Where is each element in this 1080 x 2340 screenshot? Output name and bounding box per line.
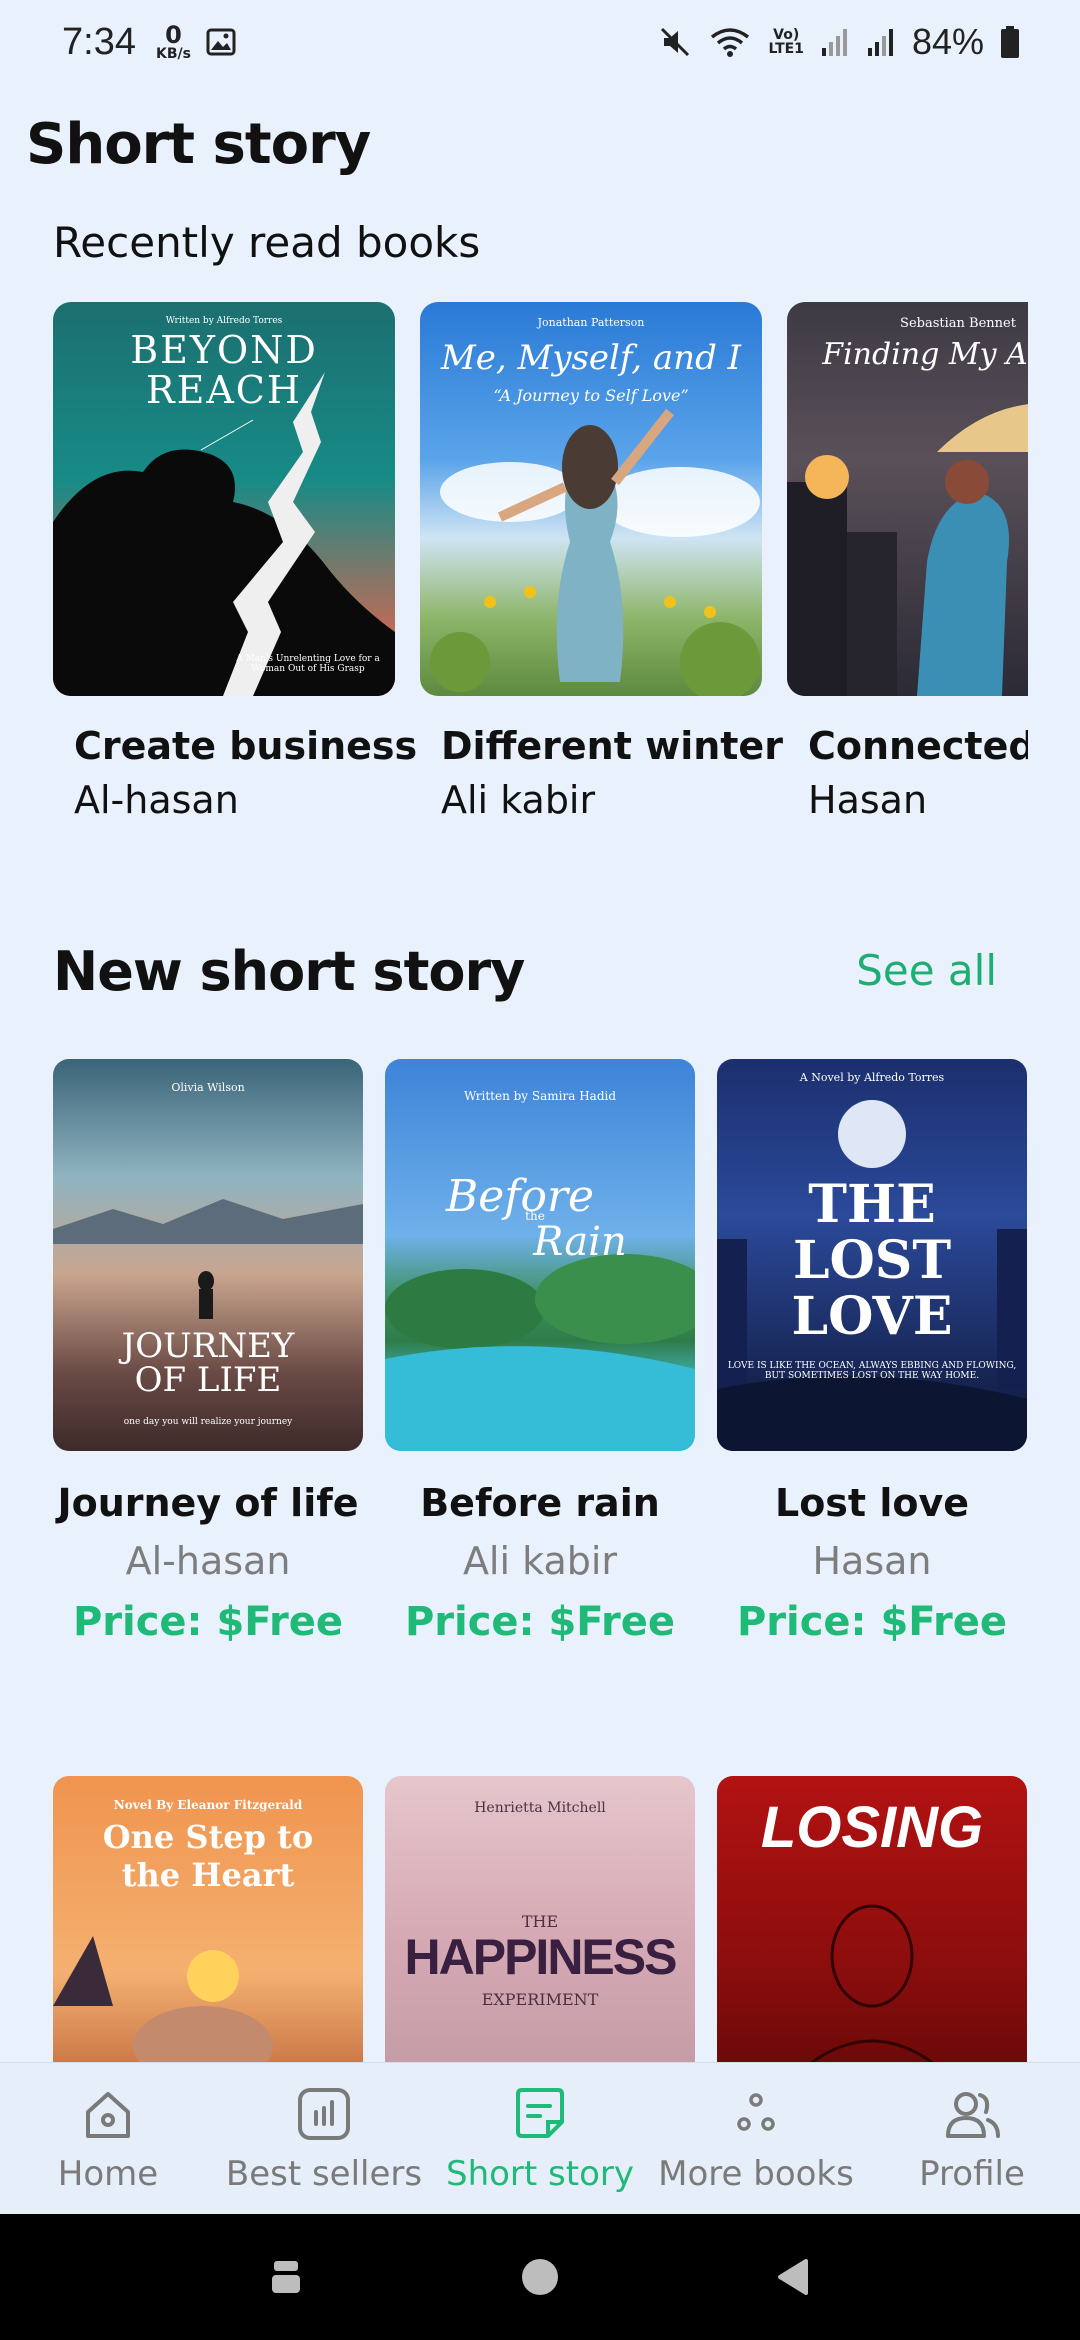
book-cover[interactable]: LOSING [717, 1776, 1027, 2062]
see-all-link[interactable]: See all [856, 946, 997, 995]
nav-best-sellers[interactable]: Best sellers [216, 2084, 432, 2194]
status-bar: 7:34 0 KB/s Vo) LTE1 84% [0, 0, 1080, 84]
book-title: Connected w [808, 724, 1028, 768]
book-title: Create business [74, 724, 418, 768]
gallery-notification-icon [206, 28, 236, 56]
wifi-icon [711, 28, 750, 57]
book-title: Lost love [774, 1481, 969, 1525]
nav-profile[interactable]: Profile [864, 2084, 1080, 2194]
recent-book-card[interactable]: Sebastian Bennet Finding My Again Connec… [787, 302, 1028, 822]
book-cover[interactable]: A Novel by Alfredo Torres THE LOST LOVE … [717, 1059, 1027, 1451]
recent-book-card[interactable]: Written by Alfredo Torres BEYOND REACH A… [53, 302, 418, 822]
book-cover[interactable]: Jonathan Patterson Me, Myself, and I “A … [420, 302, 762, 696]
new-short-story-heading: New short story [53, 940, 525, 1003]
users-icon [946, 2091, 1000, 2138]
status-time: 7:34 [62, 20, 136, 63]
bar-chart-icon [298, 2087, 350, 2140]
mute-icon [661, 27, 690, 57]
home-icon [86, 2091, 130, 2138]
signal-icon-2 [867, 29, 893, 56]
book-title: Before rain [420, 1481, 660, 1525]
note-icon [516, 2087, 564, 2138]
book-cover[interactable]: Written by Samira Hadid Before the Rain [385, 1059, 695, 1451]
signal-icon-1 [821, 29, 847, 56]
book-price: Price: $Free [404, 1599, 676, 1645]
nav-short-story[interactable]: Short story [432, 2084, 648, 2194]
new-story-card[interactable]: Novel By Eleanor Fitzgerald One Step to … [53, 1776, 363, 2062]
volte-indicator: Vo) LTE1 [768, 27, 804, 57]
book-price: Price: $Free [72, 1599, 344, 1645]
book-title: Different winter [441, 724, 783, 768]
dots-icon [737, 2092, 775, 2131]
home-button-icon[interactable] [518, 2255, 562, 2299]
book-author: Hasan [812, 1539, 932, 1583]
nav-home[interactable]: Home [0, 2084, 216, 2194]
battery-icon [1001, 26, 1019, 58]
new-story-card[interactable]: Olivia Wilson JOURNEY OF LIFE one day yo… [53, 1059, 363, 1645]
recent-book-card[interactable]: Jonathan Patterson Me, Myself, and I “A … [420, 302, 783, 822]
back-icon[interactable] [774, 2257, 814, 2297]
book-author: Ali kabir [462, 1539, 618, 1583]
recents-icon[interactable] [266, 2257, 306, 2297]
bottom-navigation: Home Best sellers Short story More books [0, 2062, 1080, 2214]
system-navigation-bar [0, 2214, 1080, 2340]
network-speed: 0 KB/s [155, 21, 191, 62]
recently-read-heading: Recently read books [53, 218, 481, 267]
new-story-card[interactable]: LOSING [717, 1776, 1027, 2062]
battery-percent: 84% [911, 21, 984, 62]
book-cover[interactable]: Henrietta Mitchell THE HAPPINESS EXPERIM… [385, 1776, 695, 2062]
new-story-card[interactable]: Henrietta Mitchell THE HAPPINESS EXPERIM… [385, 1776, 695, 2062]
book-cover[interactable]: Written by Alfredo Torres BEYOND REACH A… [53, 302, 395, 696]
book-cover[interactable]: Sebastian Bennet Finding My Again [787, 302, 1028, 696]
book-title: Journey of life [57, 1481, 359, 1525]
recently-read-carousel[interactable]: Written by Alfredo Torres BEYOND REACH A… [53, 302, 1028, 842]
nav-more-books[interactable]: More books [648, 2084, 864, 2194]
new-story-card[interactable]: A Novel by Alfredo Torres THE LOST LOVE … [717, 1059, 1027, 1645]
book-author: Ali kabir [441, 778, 596, 822]
page-title: Short story [26, 112, 371, 177]
book-author: Al-hasan [125, 1539, 291, 1583]
book-cover[interactable]: Novel By Eleanor Fitzgerald One Step to … [53, 1776, 363, 2062]
book-author: Hasan [808, 778, 928, 822]
new-story-card[interactable]: Written by Samira Hadid Before the Rain … [385, 1059, 695, 1645]
book-author: Al-hasan [74, 778, 239, 822]
book-cover[interactable]: Olivia Wilson JOURNEY OF LIFE one day yo… [53, 1059, 363, 1451]
book-price: Price: $Free [736, 1599, 1008, 1645]
